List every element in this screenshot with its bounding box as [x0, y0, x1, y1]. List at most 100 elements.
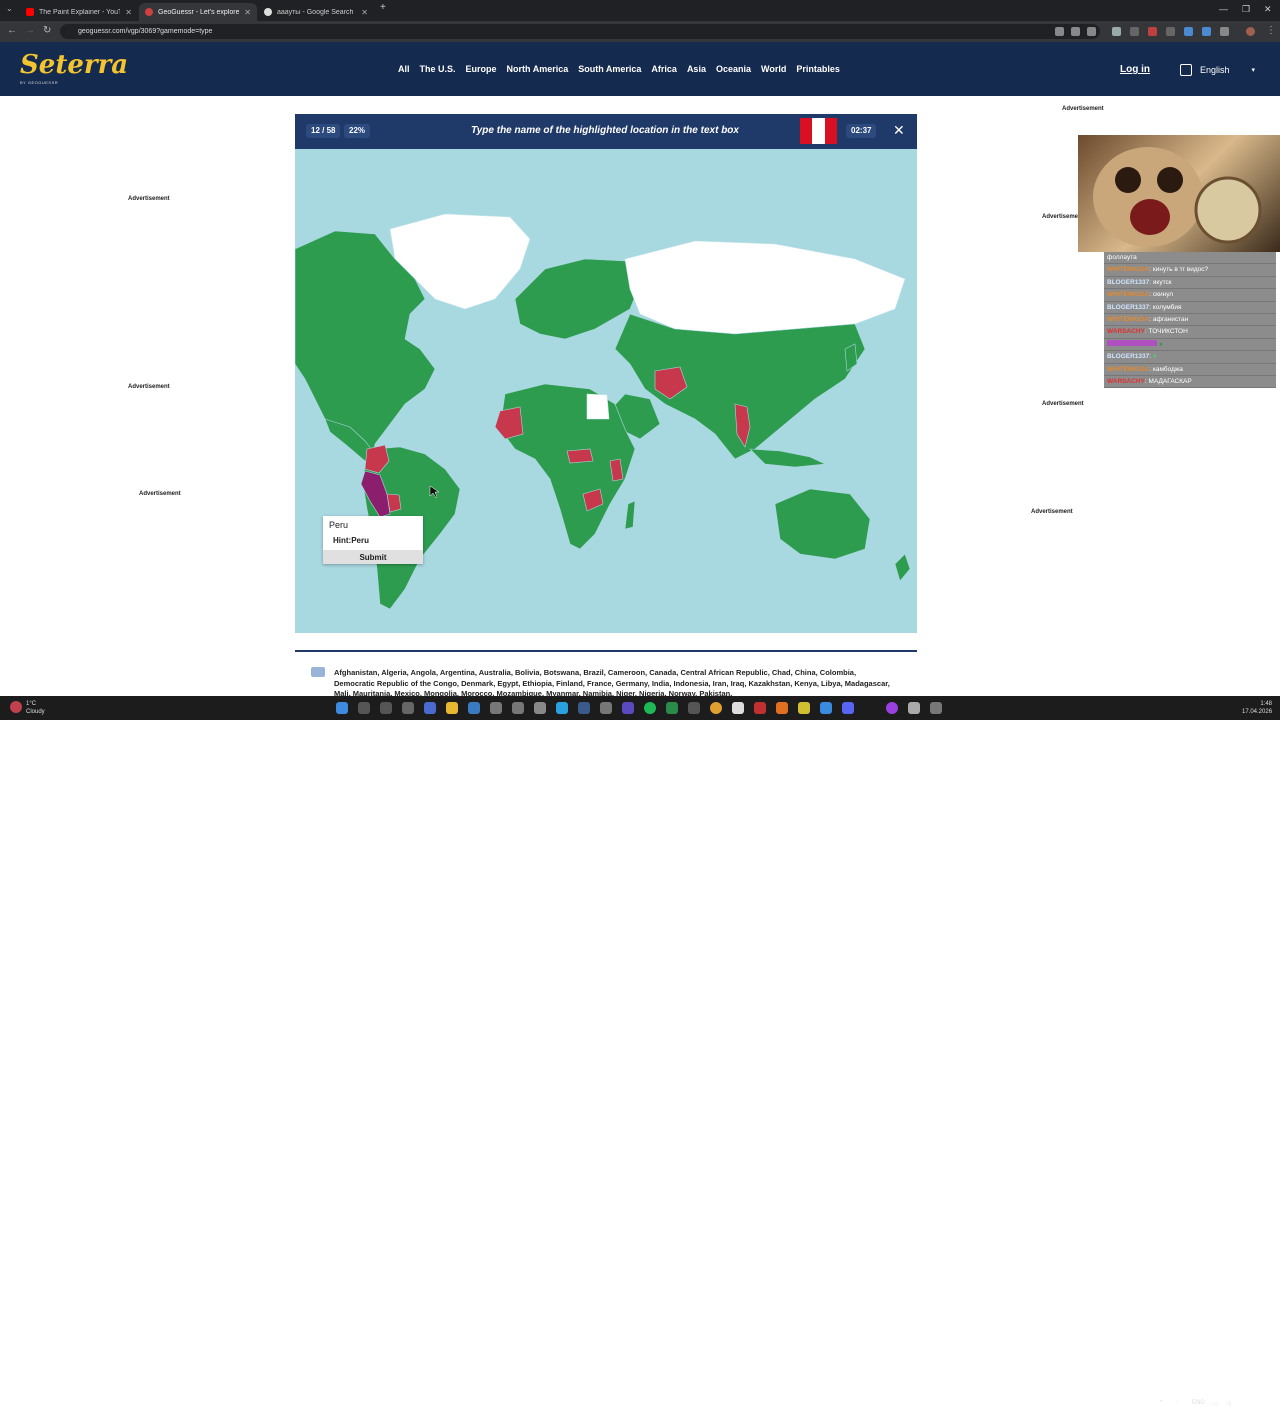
- network-icon[interactable]: ▭: [1213, 1400, 1219, 1407]
- minimize-button[interactable]: —: [1219, 4, 1228, 14]
- extension-icon[interactable]: [1184, 27, 1193, 36]
- extension-icon[interactable]: [1130, 27, 1139, 36]
- close-tab-icon[interactable]: ✕: [125, 8, 132, 17]
- chat-nick: WHITENIGGA: [1107, 365, 1150, 373]
- login-link[interactable]: Log in: [1120, 64, 1150, 75]
- app-icon[interactable]: [732, 702, 744, 714]
- bookmark-star-icon[interactable]: [1087, 27, 1096, 36]
- clock-time: 1:48: [1260, 701, 1273, 707]
- clock-date: 17.04.2026: [1242, 709, 1273, 715]
- telegram-icon[interactable]: [556, 702, 568, 714]
- app-icon[interactable]: [468, 702, 480, 714]
- app-icon[interactable]: [402, 702, 414, 714]
- app-icon[interactable]: [688, 702, 700, 714]
- nav-europe[interactable]: Europe: [466, 64, 497, 74]
- language-selector[interactable]: English ▾: [1180, 64, 1255, 76]
- maximize-button[interactable]: ❐: [1242, 4, 1250, 15]
- nav-us[interactable]: The U.S.: [420, 64, 456, 74]
- chat-nick: WHITENIGGA: [1107, 266, 1150, 274]
- egypt[interactable]: [586, 393, 610, 420]
- volume-icon[interactable]: ◁: [1226, 1400, 1231, 1407]
- nav-north-america[interactable]: North America: [507, 64, 569, 74]
- close-window-button[interactable]: ✕: [1264, 4, 1272, 15]
- app-icon[interactable]: [820, 702, 832, 714]
- extensions-puzzle-icon[interactable]: [1220, 27, 1229, 36]
- app-icon[interactable]: [600, 702, 612, 714]
- nav-oceania[interactable]: Oceania: [716, 64, 751, 74]
- app-icon[interactable]: [424, 702, 436, 714]
- system-clock[interactable]: 1:48 17.04.2026: [1242, 700, 1272, 716]
- app-icon[interactable]: [908, 702, 920, 714]
- microphone-icon[interactable]: ◦: [1176, 1400, 1178, 1406]
- extension-icon[interactable]: [1148, 27, 1157, 36]
- spotify-icon[interactable]: [644, 702, 656, 714]
- nav-world[interactable]: World: [761, 64, 786, 74]
- app-icon[interactable]: [776, 702, 788, 714]
- nav-printables[interactable]: Printables: [796, 64, 840, 74]
- browser-menu-icon[interactable]: ⋮: [1266, 25, 1276, 36]
- tab-youtube[interactable]: The Paint Explainer - YouTube ✕: [20, 3, 138, 21]
- main-nav: All The U.S. Europe North America South …: [398, 64, 840, 74]
- temperature: 1°C: [26, 701, 37, 707]
- input-language[interactable]: ENG: [1192, 1400, 1205, 1406]
- nav-asia[interactable]: Asia: [687, 64, 706, 74]
- app-icon[interactable]: [512, 702, 524, 714]
- app-icon[interactable]: [798, 702, 810, 714]
- timer: 02:37: [846, 124, 877, 138]
- start-windows-icon[interactable]: [336, 702, 348, 714]
- extension-icon[interactable]: [1202, 27, 1211, 36]
- calculator-icon[interactable]: [534, 702, 546, 714]
- url-field[interactable]: geoguessr.com/vgp/3069?gamemode=type: [60, 24, 1100, 39]
- search-icon[interactable]: [358, 702, 370, 714]
- tab-search-icon[interactable]: ⌄: [6, 4, 13, 13]
- advertisement-label: Advertisement: [128, 196, 170, 202]
- forward-icon[interactable]: →: [25, 25, 35, 36]
- app-icon[interactable]: [886, 702, 898, 714]
- answer-input[interactable]: [329, 518, 419, 532]
- app-icon[interactable]: [490, 702, 502, 714]
- reload-icon[interactable]: ↻: [43, 25, 51, 36]
- nav-africa[interactable]: Africa: [651, 64, 677, 74]
- file-explorer-icon[interactable]: [446, 702, 458, 714]
- app-icon[interactable]: [754, 702, 766, 714]
- chat-text: МАДАГАСКАР: [1148, 377, 1192, 385]
- tray-chevron-icon[interactable]: ^: [1160, 1400, 1163, 1406]
- close-tab-icon[interactable]: ✕: [361, 8, 368, 17]
- back-icon[interactable]: ←: [7, 25, 17, 36]
- tab-geoguessr[interactable]: GeoGuessr - Let's explore th ✕: [139, 3, 257, 21]
- nav-all[interactable]: All: [398, 64, 410, 74]
- progress-counter: 12 / 58: [306, 124, 341, 138]
- settings-icon[interactable]: [930, 702, 942, 714]
- youtube-icon: [26, 8, 34, 16]
- profile-avatar[interactable]: [1246, 27, 1255, 36]
- weather-widget[interactable]: 1°C Cloudy: [26, 700, 45, 716]
- chat-nick: BLOGER1337: [1107, 353, 1150, 361]
- extension-icon[interactable]: [1166, 27, 1175, 36]
- score-percent: 22%: [344, 124, 371, 138]
- advertisement-label: Advertisement: [1042, 401, 1084, 407]
- central-african-republic[interactable]: [566, 448, 594, 464]
- nav-south-america[interactable]: South America: [578, 64, 641, 74]
- task-view-icon[interactable]: [380, 702, 392, 714]
- chrome-icon[interactable]: [710, 702, 722, 714]
- tab-label: The Paint Explainer - YouTube: [39, 8, 121, 16]
- app-icon[interactable]: [622, 702, 634, 714]
- discord-icon[interactable]: [842, 702, 854, 714]
- close-quiz-icon[interactable]: ✕: [893, 122, 905, 139]
- steam-icon[interactable]: [578, 702, 590, 714]
- submit-button[interactable]: Submit: [323, 550, 423, 564]
- chat-message: BLOGER1337: колумбия: [1104, 301, 1276, 314]
- new-tab-button[interactable]: +: [380, 2, 386, 13]
- weather-icon[interactable]: [10, 701, 22, 713]
- cast-icon[interactable]: [1071, 27, 1080, 36]
- close-tab-icon[interactable]: ✕: [244, 8, 251, 17]
- app-icon[interactable]: [666, 702, 678, 714]
- extension-icon[interactable]: [1112, 27, 1121, 36]
- zoom-icon[interactable]: [1055, 27, 1064, 36]
- tab-google-search[interactable]: аааутьі - Google Search ✕: [258, 3, 374, 21]
- seterra-logo[interactable]: Seterra: [20, 50, 128, 80]
- url-text: geoguessr.com/vgp/3069?gamemode=type: [78, 28, 213, 35]
- chat-message: WARSACHY: МАДАГАСКАР: [1104, 375, 1276, 389]
- chat-text: фоллаута: [1107, 254, 1137, 261]
- emoji-icon: ●: [1158, 340, 1163, 348]
